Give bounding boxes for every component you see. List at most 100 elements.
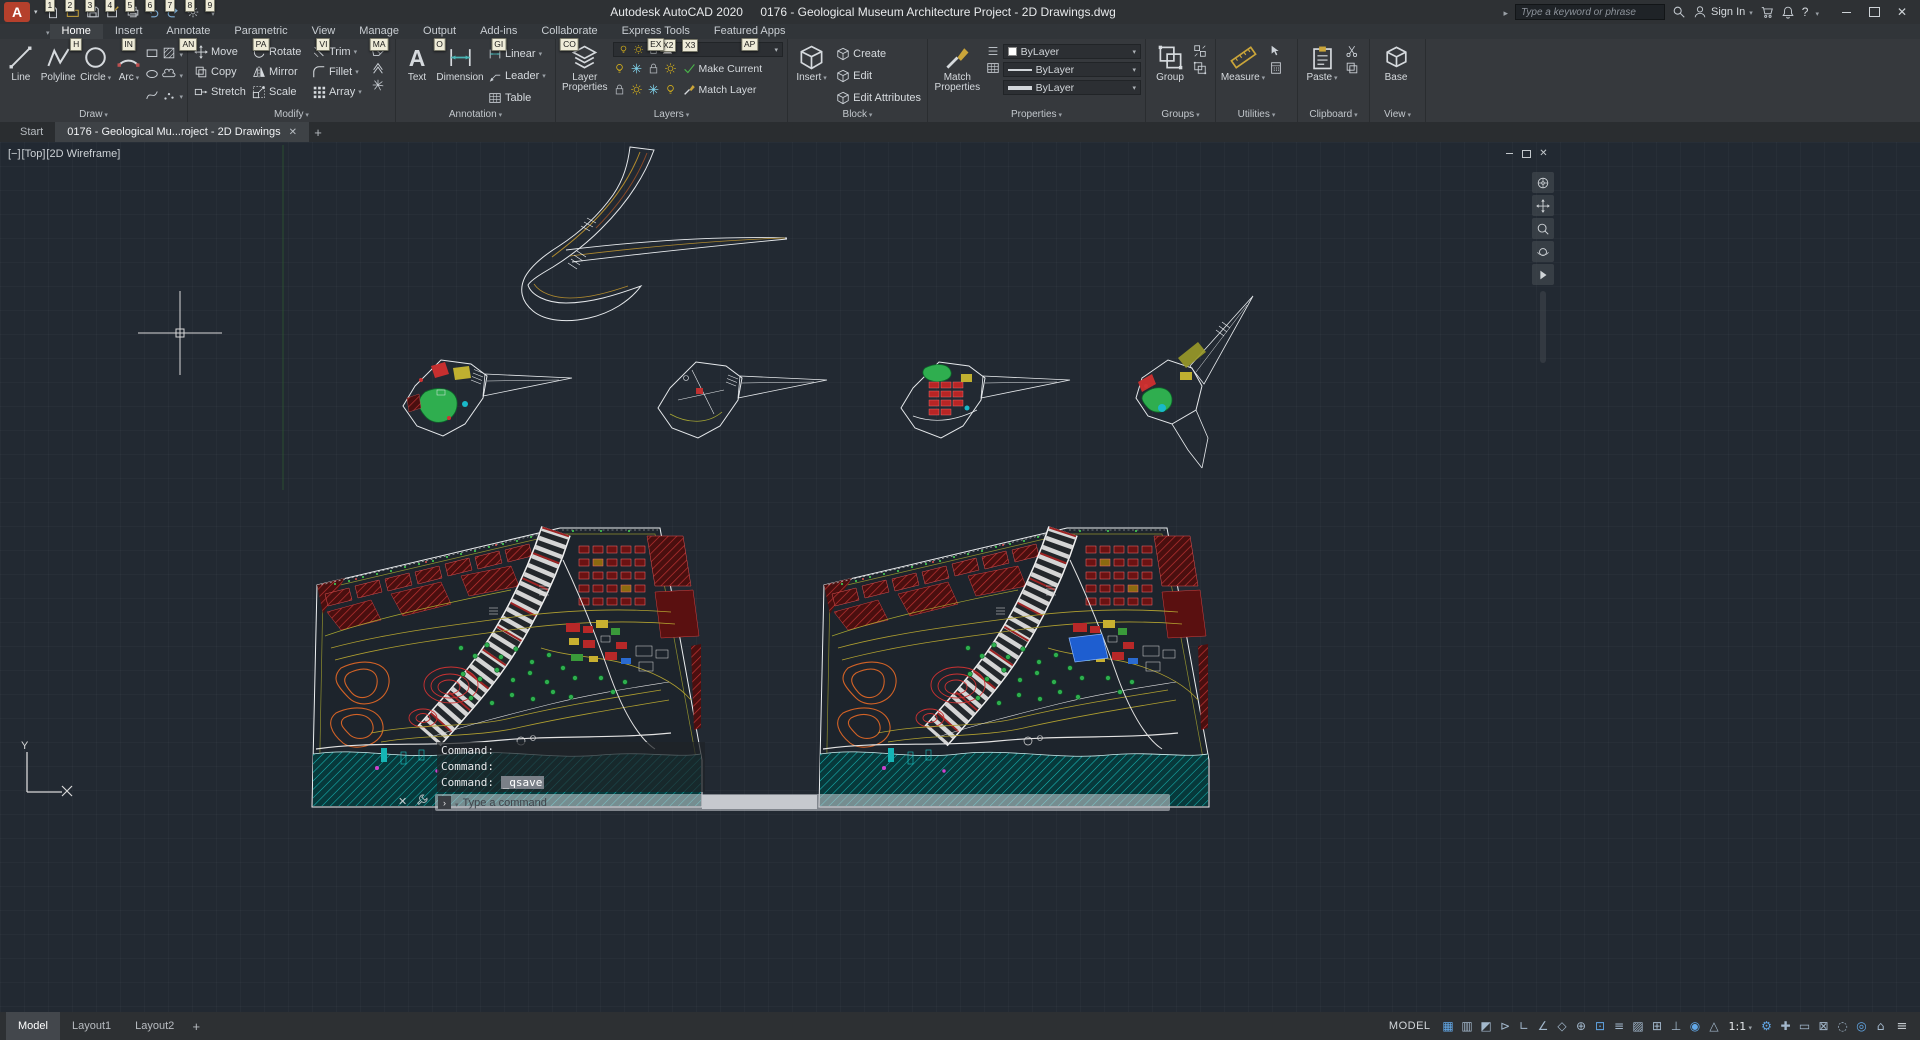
polar-tracking-icon[interactable]: ∠ [1534, 1013, 1553, 1039]
layer-properties-button[interactable]: Layer Properties [560, 42, 610, 108]
fillet-button[interactable]: Fillet [310, 63, 368, 82]
copy-clip-icon[interactable] [1345, 61, 1359, 75]
new-drawing-button[interactable]: 1 [44, 0, 63, 22]
text-button[interactable]: Text [400, 42, 434, 108]
help-caret-icon[interactable] [1815, 3, 1819, 21]
flyout-caret-icon[interactable] [179, 65, 183, 83]
plot-button[interactable]: 5 [124, 0, 143, 22]
tab-add-ins[interactable]: Add-ins GI [468, 24, 529, 51]
transparency-icon[interactable]: ▨ [1629, 1013, 1648, 1039]
site-plan-drawing-right[interactable] [819, 528, 1209, 807]
app-menu-caret-icon[interactable] [34, 8, 38, 16]
tab-output[interactable]: Output O [411, 24, 468, 51]
model-space-button[interactable]: MODEL [1381, 1020, 1439, 1032]
floor-plan-drawing-4[interactable] [1135, 295, 1254, 469]
lineweight-dropdown[interactable]: ByLayer [1002, 80, 1141, 95]
snap-mode-icon[interactable]: ▥ [1458, 1013, 1477, 1039]
highlighted-region[interactable] [1068, 633, 1109, 663]
pan-icon[interactable] [1532, 195, 1554, 216]
edit-block-button[interactable]: Edit [834, 66, 923, 85]
qat-customize-button[interactable]: 9 [204, 0, 223, 22]
utilities-panel-label[interactable]: Utilities [1216, 109, 1297, 122]
properties-table-icon[interactable] [986, 61, 1000, 75]
layer-thaw-all-icon[interactable] [630, 83, 643, 96]
circle-button[interactable]: Circle [79, 42, 113, 108]
zoom-icon[interactable] [1532, 218, 1554, 239]
clean-screen-icon[interactable]: ⌂ [1871, 1013, 1890, 1039]
command-input-bar[interactable] [435, 794, 1170, 811]
document-tab[interactable]: 0176 - Geological Mu...roject - 2D Drawi… [55, 122, 309, 142]
show-motion-icon[interactable] [1532, 264, 1554, 285]
tab-parametric[interactable]: Parametric PA [222, 24, 299, 51]
app-menu-button[interactable] [4, 2, 30, 22]
new-tab-button[interactable] [309, 122, 327, 142]
undo-button[interactable]: 6 [144, 0, 163, 22]
stretch-button[interactable]: Stretch [192, 83, 250, 102]
group-edit-icon[interactable] [1193, 61, 1207, 75]
orbit-icon[interactable] [1532, 241, 1554, 262]
lock-ui-icon[interactable]: ⊠ [1814, 1013, 1833, 1039]
app-store-icon[interactable] [1760, 5, 1774, 19]
close-document-icon[interactable] [289, 127, 297, 138]
layer-off-icon[interactable] [613, 62, 626, 75]
layer-lock-tool-icon[interactable] [647, 62, 660, 75]
annotation-scale[interactable]: 1:1 [1724, 1013, 1757, 1039]
dimension-button[interactable]: Dimension [436, 42, 484, 108]
isolate-objects-icon[interactable]: ◌ [1833, 1013, 1852, 1039]
new-layout-button[interactable] [186, 1012, 206, 1040]
search-icon[interactable] [1672, 5, 1686, 19]
isodraft-icon[interactable]: ◇ [1553, 1013, 1572, 1039]
command-input[interactable] [462, 796, 1167, 809]
cut-icon[interactable] [1345, 44, 1359, 58]
edit-attributes-button[interactable]: Edit Attributes [834, 88, 923, 107]
match-properties-button[interactable]: Match Properties [932, 42, 983, 108]
floor-plan-drawing-3[interactable] [900, 361, 1071, 439]
lineweight-icon[interactable]: ≡ [1610, 1013, 1629, 1039]
linetype-dropdown[interactable]: ByLayer [1002, 62, 1141, 77]
viewport-visual-style-control[interactable]: [2D Wireframe] [46, 148, 120, 160]
layer-freeze-icon[interactable] [630, 62, 643, 75]
line-button[interactable]: Line [4, 42, 38, 108]
create-block-button[interactable]: Create [834, 44, 923, 63]
maximize-button[interactable] [1860, 1, 1888, 23]
tab-manage[interactable]: Manage MA [347, 24, 411, 51]
minimize-button[interactable] [1832, 1, 1860, 23]
infer-constraints-icon[interactable]: ◩ [1477, 1013, 1496, 1039]
annotation-monitor-icon[interactable]: ✚ [1776, 1013, 1795, 1039]
tab-home[interactable]: Home H [49, 24, 103, 51]
workspace-icon[interactable]: ⚙ [1757, 1013, 1776, 1039]
tab-collaborate[interactable]: Collaborate CO [529, 24, 609, 51]
dynamic-input-icon[interactable]: ⊳ [1496, 1013, 1515, 1039]
properties-list-icon[interactable] [986, 44, 1000, 58]
notifications-icon[interactable] [1781, 5, 1795, 19]
layout2-tab[interactable]: Layout2 [123, 1012, 186, 1040]
model-tab[interactable]: Model [6, 1012, 60, 1040]
customize-command-icon[interactable] [416, 793, 429, 811]
search-expand-icon[interactable] [1504, 3, 1509, 21]
groups-panel-label[interactable]: Groups [1146, 109, 1215, 122]
layer-bulb-icon[interactable] [664, 83, 677, 96]
quick-calculator-icon[interactable] [1269, 61, 1283, 75]
help-button[interactable]: ? [1802, 5, 1809, 19]
flyout-caret-icon[interactable] [179, 86, 183, 104]
mirror-button[interactable]: Mirror [250, 63, 310, 82]
ortho-icon[interactable]: ∟ [1515, 1013, 1534, 1039]
draw-panel-label[interactable]: Draw [0, 109, 187, 122]
modify-panel-label[interactable]: Modify [188, 109, 395, 122]
make-current-button[interactable]: Make Current [681, 59, 765, 78]
steering-wheel-icon[interactable] [1532, 172, 1554, 193]
tab-express-tools[interactable]: Express Tools EX [610, 24, 702, 51]
object-color-dropdown[interactable]: ByLayer [1002, 44, 1141, 59]
layer-isolate-icon[interactable] [664, 62, 677, 75]
block-panel-label[interactable]: Block [788, 109, 927, 122]
save-button[interactable]: 3 [84, 0, 103, 22]
dynamic-ucs-icon[interactable]: ⊥ [1667, 1013, 1686, 1039]
polyline-button[interactable]: Polyline [41, 42, 76, 108]
quick-select-icon[interactable] [1269, 44, 1283, 58]
scale-button[interactable]: Scale [250, 83, 310, 102]
drawing-minimize-button[interactable] [1502, 147, 1517, 160]
drawing-restore-button[interactable] [1519, 147, 1534, 160]
floor-plan-drawing-1[interactable] [402, 359, 573, 437]
drawing-close-button[interactable] [1536, 147, 1551, 160]
close-command-window-icon[interactable] [398, 795, 407, 808]
